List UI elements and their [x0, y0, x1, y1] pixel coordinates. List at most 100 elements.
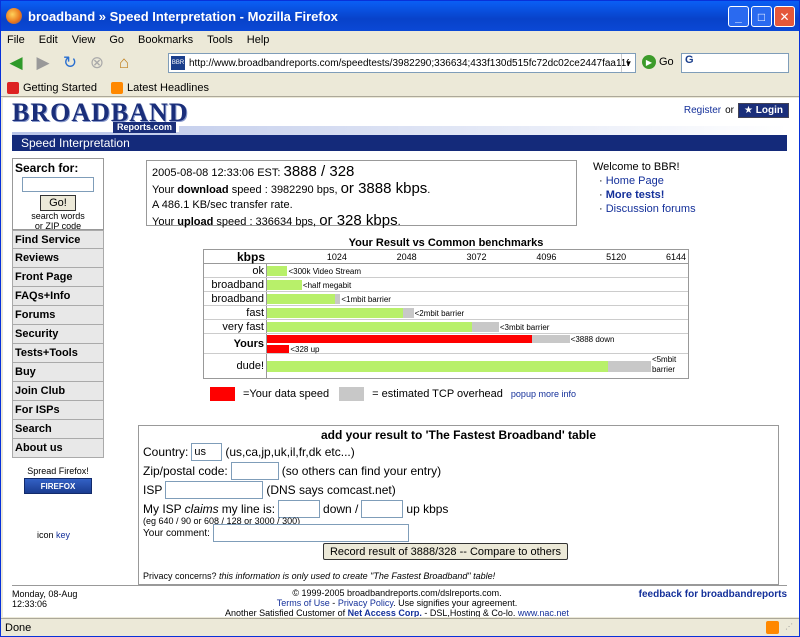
legend-overhead-swatch	[339, 387, 365, 401]
more-tests-link[interactable]: More tests!	[606, 189, 665, 201]
sidebar-item-faqs-info[interactable]: FAQs+Info	[12, 287, 104, 306]
bookmark-label: Latest Headlines	[127, 81, 209, 94]
minimize-button[interactable]: _	[728, 6, 749, 27]
zip-input[interactable]	[230, 462, 279, 480]
chart-row: Yours <3888 down <328 up	[204, 334, 688, 354]
status-bar: Done ⋰	[1, 618, 799, 636]
zip-hint: (so others can find your entry)	[281, 464, 442, 478]
terms-link[interactable]: Terms of Use	[277, 598, 330, 608]
sidebar-item-reviews[interactable]: Reviews	[12, 249, 104, 268]
menu-file[interactable]: File	[7, 34, 25, 46]
stop-icon[interactable]: ⊗	[86, 52, 108, 74]
sidebar-item-search[interactable]: Search	[12, 420, 104, 439]
search-input[interactable]	[22, 177, 94, 192]
rss-icon	[111, 81, 123, 94]
category-label: ok	[204, 264, 267, 277]
menu-edit[interactable]: Edit	[39, 34, 58, 46]
menu-view[interactable]: View	[72, 34, 96, 46]
sidebar-item-forums[interactable]: Forums	[12, 306, 104, 325]
sidebar-item-find-service[interactable]: Find Service	[12, 230, 104, 249]
close-button[interactable]: ✕	[774, 6, 795, 27]
title-bar: broadband » Speed Interpretation - Mozil…	[1, 1, 799, 31]
browser-window: broadband » Speed Interpretation - Mozil…	[0, 0, 800, 637]
category-label: fast	[204, 306, 267, 319]
upload-label: upload	[177, 216, 214, 228]
nac-url-link[interactable]: www.nac.net	[518, 608, 569, 617]
nac-link[interactable]: Net Access Corp.	[348, 608, 422, 617]
welcome-link-home[interactable]: · Home Page	[599, 174, 696, 188]
text: Your	[152, 216, 175, 228]
login-button[interactable]: ★ Login	[738, 103, 789, 118]
country-input[interactable]: us	[191, 443, 223, 461]
welcome-link-forums[interactable]: · Discussion forums	[599, 202, 696, 216]
text: - DSL,Hosting & Co-lo.	[424, 608, 516, 617]
privacy-note: Privacy concerns? this information is on…	[143, 571, 495, 581]
claims-word: claims	[184, 502, 219, 516]
category-label: broadband	[204, 292, 267, 305]
menu-bookmarks[interactable]: Bookmarks	[138, 34, 193, 46]
sidebar: Search for: Go! search words or ZIP code…	[12, 158, 104, 458]
sidebar-item-for-isps[interactable]: For ISPs	[12, 401, 104, 420]
bookmark-getting-started[interactable]: Getting Started	[7, 81, 97, 94]
privacy-link[interactable]: Privacy Policy	[338, 598, 393, 608]
sidebar-item-about-us[interactable]: About us	[12, 439, 104, 458]
tick-label: 5120	[606, 252, 627, 262]
search-title: Search for:	[15, 161, 79, 175]
firefox-badge[interactable]: FIREFOX	[24, 478, 92, 494]
forward-arrow-icon[interactable]: ▶	[32, 52, 54, 74]
overhead-bar	[607, 360, 651, 372]
resize-grip-icon[interactable]: ⋰	[785, 622, 797, 634]
isp-input[interactable]	[165, 481, 264, 499]
url-bar[interactable]: BBR http://www.broadbandreports.com/spee…	[168, 53, 636, 73]
bookmark-label: Getting Started	[23, 81, 97, 94]
footer: Monday, 08-Aug 12:33:06 © 1999-2005 broa…	[12, 585, 787, 617]
text: Another Satisfied Customer of	[225, 608, 346, 617]
country-label: Country:	[143, 445, 189, 459]
bar-label: <2mbit barrier	[414, 308, 465, 318]
home-page-link[interactable]: Home Page	[606, 175, 664, 187]
sidebar-item-front-page[interactable]: Front Page	[12, 268, 104, 287]
data-bar	[267, 322, 472, 332]
sidebar-item-buy[interactable]: Buy	[12, 363, 104, 382]
search-go-button[interactable]: Go!	[40, 195, 76, 211]
rss-feed-icon[interactable]	[766, 621, 779, 634]
page-content: BROADBAND Reports.com Register or ★ Logi…	[3, 98, 799, 617]
popup-info-link[interactable]: popup more info	[511, 389, 576, 399]
register-link[interactable]: Register	[684, 105, 721, 116]
privacy-prefix: Privacy concerns?	[143, 571, 217, 581]
bar-label: <328 up	[290, 344, 320, 354]
url-dropdown-icon[interactable]: ▼	[621, 54, 635, 72]
bookmark-icon	[7, 81, 19, 94]
feedback-link[interactable]: feedback for broadbandreports	[639, 589, 787, 600]
sidebar-item-security[interactable]: Security	[12, 325, 104, 344]
tick-label: 3072	[466, 252, 487, 262]
bar-label: <3mbit barrier	[499, 322, 550, 332]
tick-label: 6144	[665, 252, 686, 262]
down-label: down /	[323, 502, 359, 516]
download-label: download	[177, 184, 229, 196]
menu-tools[interactable]: Tools	[207, 34, 233, 46]
search-field[interactable]: G	[681, 53, 789, 73]
menu-help[interactable]: Help	[247, 34, 270, 46]
back-arrow-icon[interactable]: ◀	[5, 52, 27, 74]
logo[interactable]: BROADBAND Reports.com	[12, 100, 188, 133]
data-bar	[267, 266, 288, 276]
menu-go[interactable]: Go	[109, 34, 124, 46]
record-result-button[interactable]: Record result of 3888/328 -- Compare to …	[323, 543, 568, 560]
sidebar-item-tests-tools[interactable]: Tests+Tools	[12, 344, 104, 363]
text: -	[332, 598, 336, 608]
maximize-button[interactable]: □	[751, 6, 772, 27]
reload-icon[interactable]: ↻	[59, 52, 81, 74]
sidebar-item-join-club[interactable]: Join Club	[12, 382, 104, 401]
icon-key-link[interactable]: key	[56, 530, 70, 540]
result-summary-value: 3888 / 328	[283, 163, 355, 180]
up-speed-input[interactable]	[361, 500, 404, 518]
comment-input[interactable]	[212, 524, 409, 542]
welcome-link-tests[interactable]: · More tests!	[599, 188, 696, 202]
go-button[interactable]: ▶ Go	[642, 55, 674, 69]
overhead-bar	[471, 322, 499, 332]
home-icon[interactable]: ⌂	[113, 52, 135, 74]
bookmark-latest-headlines[interactable]: Latest Headlines	[111, 81, 209, 94]
bar-label: <3888 down	[570, 334, 615, 344]
discussion-forums-link[interactable]: Discussion forums	[606, 203, 696, 215]
